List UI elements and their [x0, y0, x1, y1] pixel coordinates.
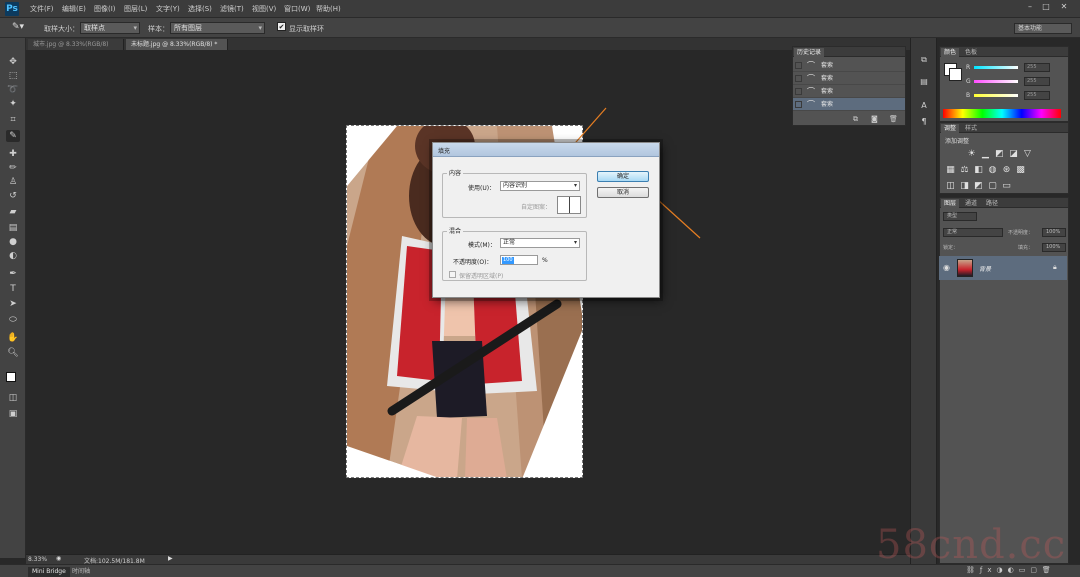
tab-history[interactable]: 历史记录: [794, 48, 825, 57]
red-slider[interactable]: [974, 66, 1018, 69]
history-item[interactable]: ⌒ 套索: [793, 59, 905, 72]
fill-label: 填充：: [1018, 245, 1034, 251]
threshold-icon[interactable]: ◩: [973, 181, 984, 192]
blue-slider[interactable]: [974, 94, 1018, 97]
tab-mini-bridge[interactable]: Mini Bridge: [28, 567, 70, 577]
tab-color[interactable]: 颜色: [941, 48, 960, 57]
use-select[interactable]: 内容识别: [500, 181, 580, 191]
channel-mixer-icon[interactable]: ⊛: [1001, 165, 1012, 176]
layers-panel: 图层 通道 路径 类型 正常 不透明度： 100% 锁定： 填充： 100%: [939, 197, 1069, 564]
history-item[interactable]: ⌒ 套索: [793, 85, 905, 98]
layer-row-background[interactable]: ◉ 背景 🔒︎: [939, 256, 1067, 280]
tab-paths[interactable]: 路径: [983, 199, 1001, 208]
layer-kind-filter[interactable]: 类型: [943, 212, 977, 221]
green-channel-label: G: [966, 78, 971, 85]
blend-mode-select[interactable]: 正常: [943, 228, 1003, 237]
actions-panel-icon[interactable]: ▤: [918, 76, 930, 88]
invert-icon[interactable]: ◫: [945, 181, 956, 192]
red-channel-label: R: [966, 64, 971, 71]
layer-thumbnail: [957, 259, 973, 277]
fill-dialog: 填充 内容 使用(U)： 内容识别 自定图案： 混合 模式(M)： 正常 不透明…: [432, 142, 660, 298]
lasso-icon: ⌒: [807, 61, 815, 70]
mode-label: 模式(M)：: [468, 242, 496, 249]
adjustments-panel-tabs: 调整 样式: [940, 123, 1068, 133]
blue-value[interactable]: 255: [1024, 91, 1050, 100]
preserve-transparency-label: 保留透明区域(P): [459, 273, 504, 280]
zoom-level[interactable]: 8.33%: [28, 556, 47, 563]
levels-icon[interactable]: ▁: [980, 149, 991, 160]
blending-group-legend: 混合: [447, 226, 464, 235]
opacity-label: 不透明度：: [1008, 230, 1034, 236]
color-lookup-icon[interactable]: ▩: [1015, 165, 1026, 176]
status-info-icon[interactable]: ◉: [56, 555, 64, 563]
snapshot-icon[interactable]: ◙: [871, 115, 878, 123]
tab-timeline[interactable]: 时间轴: [68, 567, 94, 577]
add-adjustment-title: 添加调整: [945, 138, 970, 145]
status-menu-arrow-icon[interactable]: ▶: [168, 555, 173, 562]
visibility-eye-icon[interactable]: ◉: [943, 263, 950, 272]
layer-opacity-input[interactable]: 100%: [1042, 228, 1066, 237]
lasso-icon: ⌒: [807, 74, 815, 83]
layer-fill-input[interactable]: 100%: [1042, 243, 1066, 252]
paragraph-panel-icon[interactable]: ¶: [918, 116, 930, 128]
layer-name[interactable]: 背景: [979, 264, 991, 273]
mode-select[interactable]: 正常: [500, 238, 580, 248]
watermark-text: 58cnd.cc: [876, 522, 1067, 568]
tab-swatches[interactable]: 色板: [962, 48, 980, 57]
adjustments-panel: 调整 样式 添加调整 ☀ ▁ ◩ ◪ ▽ ▦ ⚖ ◧ ◍ ⊛ ▩ ◫ ◨ ◩ ▢…: [939, 122, 1069, 194]
red-value[interactable]: 255: [1024, 63, 1050, 72]
tab-styles[interactable]: 样式: [962, 124, 980, 133]
content-group-legend: 内容: [447, 168, 464, 177]
curves-icon[interactable]: ◩: [994, 149, 1005, 160]
exposure-icon[interactable]: ◪: [1008, 149, 1019, 160]
history-panel: 历史记录 ⌒ 套索 ⌒ 套索 ⌒ 套索 ⌒ 套索 ⧉ ◙ 🗑︎: [792, 46, 906, 126]
tab-channels[interactable]: 通道: [962, 199, 980, 208]
hue-saturation-icon[interactable]: ▦: [945, 165, 956, 176]
opacity-input[interactable]: 100: [500, 255, 538, 265]
percent-label: %: [542, 257, 548, 264]
character-panel-icon[interactable]: A: [918, 100, 930, 112]
green-slider[interactable]: [974, 80, 1018, 83]
history-panel-tabs: 历史记录: [793, 47, 905, 57]
tab-adjustments[interactable]: 调整: [941, 124, 960, 133]
tab-layers[interactable]: 图层: [941, 199, 960, 208]
preserve-transparency-checkbox[interactable]: [449, 271, 456, 278]
posterize-icon[interactable]: ◨: [959, 181, 970, 192]
lasso-icon: ⌒: [807, 100, 815, 109]
layer-lock-icon: 🔒︎: [1053, 263, 1057, 271]
status-bar: 8.33% ◉ 文档:102.5M/181.8M ▶: [26, 554, 910, 565]
use-label: 使用(U)：: [468, 185, 496, 192]
ok-button[interactable]: 确定: [597, 171, 649, 182]
photo-filter-icon[interactable]: ◍: [987, 165, 998, 176]
new-document-from-state-icon[interactable]: ⧉: [853, 115, 858, 124]
history-panel-icon[interactable]: ⧉: [918, 54, 930, 66]
color-balance-icon[interactable]: ⚖: [959, 165, 970, 176]
opacity-value: 100: [502, 257, 514, 264]
color-panel: 颜色 色板 R 255 G 255 B 255: [939, 46, 1069, 122]
lock-label: 锁定：: [943, 245, 959, 251]
color-spectrum-bar[interactable]: [943, 109, 1061, 118]
dialog-titlebar[interactable]: 填充: [433, 143, 659, 157]
selective-color-icon[interactable]: ▢: [987, 181, 998, 192]
brightness-icon[interactable]: ☀: [966, 149, 977, 160]
custom-pattern-label: 自定图案：: [521, 204, 552, 211]
blue-channel-label: B: [966, 92, 971, 99]
background-color-chip[interactable]: [949, 68, 962, 81]
dialog-title: 填充: [438, 148, 451, 155]
vibrance-icon[interactable]: ▽: [1022, 149, 1033, 160]
black-white-icon[interactable]: ◧: [973, 165, 984, 176]
cancel-button[interactable]: 取消: [597, 187, 649, 198]
opacity-label: 不透明度(O)：: [453, 259, 493, 266]
color-panel-tabs: 颜色 色板: [940, 47, 1068, 57]
custom-pattern-swatch[interactable]: [557, 196, 581, 214]
green-value[interactable]: 255: [1024, 77, 1050, 86]
gradient-map-icon[interactable]: ▭: [1001, 181, 1012, 192]
history-item[interactable]: ⌒ 套索: [793, 72, 905, 85]
layers-panel-tabs: 图层 通道 路径: [940, 198, 1068, 208]
history-item-selected[interactable]: ⌒ 套索: [793, 98, 905, 111]
lasso-icon: ⌒: [807, 87, 815, 96]
trash-icon[interactable]: 🗑︎: [889, 115, 898, 123]
